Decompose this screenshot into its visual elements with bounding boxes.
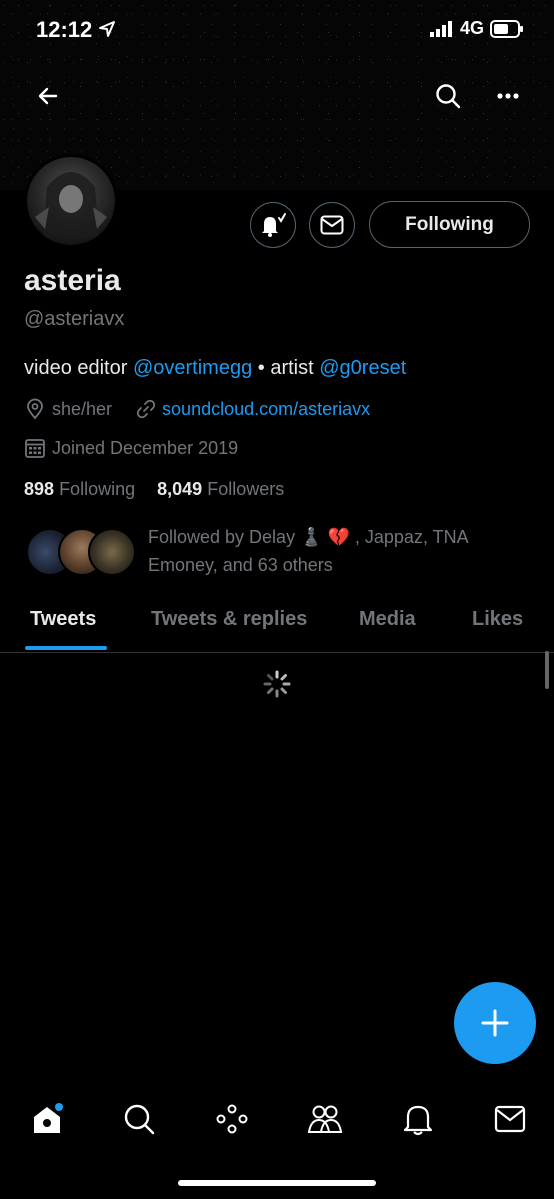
avatar[interactable] — [24, 154, 118, 248]
link-icon — [136, 399, 156, 419]
profile-meta-row: she/her soundcloud.com/asteriavx — [24, 398, 370, 420]
status-right: 4G — [429, 18, 524, 39]
tab-tweets-replies[interactable]: Tweets & replies — [151, 608, 307, 631]
bio-text-2: • artist — [252, 357, 320, 379]
following-stat[interactable]: 898 Following — [24, 479, 135, 499]
back-button[interactable] — [30, 78, 66, 114]
status-time: 12:12 — [36, 17, 116, 43]
scrollbar[interactable] — [545, 651, 549, 689]
network-label: 4G — [459, 18, 484, 38]
location-pin-icon — [27, 398, 43, 420]
spaces-icon — [216, 1104, 248, 1134]
compose-tweet-button[interactable] — [454, 982, 536, 1064]
tab-tweets[interactable]: Tweets — [30, 608, 96, 631]
joined-date: Joined December 2019 — [52, 437, 239, 458]
back-arrow-icon — [38, 87, 58, 105]
followers-stat[interactable]: 8,049 Followers — [157, 479, 284, 499]
profile-stats: 898 Following 8,049 Followers — [24, 479, 284, 500]
nav-spaces[interactable] — [212, 1099, 252, 1139]
bio-mention-2[interactable]: @g0reset — [319, 357, 406, 379]
nav-messages[interactable] — [490, 1099, 530, 1139]
plus-icon — [481, 1009, 509, 1037]
search-button[interactable] — [430, 78, 466, 114]
followed-by-text[interactable]: Followed by Delay ♟️ 💔 , Jappaz, TNA Emo… — [148, 523, 508, 579]
nav-search[interactable] — [119, 1099, 159, 1139]
active-tab-indicator — [25, 646, 107, 650]
avatar-image — [35, 172, 107, 237]
nav-home[interactable] — [27, 1099, 67, 1139]
profile-name: asteria — [24, 264, 121, 297]
home-icon — [34, 1103, 63, 1133]
bell-icon — [403, 1105, 433, 1136]
nav-notifications[interactable] — [398, 1099, 438, 1139]
joined-row: Joined December 2019 — [24, 437, 238, 459]
profile-bio: video editor @overtimegg • artist @g0res… — [24, 357, 406, 380]
mail-icon — [494, 1105, 526, 1133]
bio-mention-1[interactable]: @overtimegg — [133, 357, 252, 379]
bottom-nav — [0, 1085, 554, 1153]
bio-text-1: video editor — [24, 357, 133, 379]
search-icon — [436, 84, 461, 109]
calendar-icon — [25, 439, 45, 458]
message-button[interactable] — [309, 202, 355, 248]
tab-media[interactable]: Media — [359, 608, 416, 631]
search-icon — [124, 1104, 155, 1135]
tab-likes[interactable]: Likes — [472, 608, 523, 631]
nav-communities[interactable] — [305, 1099, 345, 1139]
following-button[interactable]: Following — [369, 201, 530, 248]
website-link[interactable]: soundcloud.com/asteriavx — [162, 399, 370, 420]
signal-icon — [429, 20, 452, 37]
follower-avatar-3[interactable] — [88, 528, 136, 576]
bell-check-icon — [262, 213, 286, 237]
home-indicator[interactable] — [178, 1180, 376, 1186]
pronouns: she/her — [52, 398, 113, 419]
battery-icon — [490, 19, 523, 38]
more-button[interactable] — [490, 78, 526, 114]
mail-icon — [320, 215, 344, 235]
communities-icon — [307, 1105, 343, 1133]
profile-handle: @asteriavx — [24, 308, 125, 330]
notify-button[interactable] — [250, 202, 296, 248]
loading-spinner-icon — [263, 670, 291, 698]
more-icon — [497, 93, 519, 99]
location-arrow-icon — [99, 21, 116, 37]
